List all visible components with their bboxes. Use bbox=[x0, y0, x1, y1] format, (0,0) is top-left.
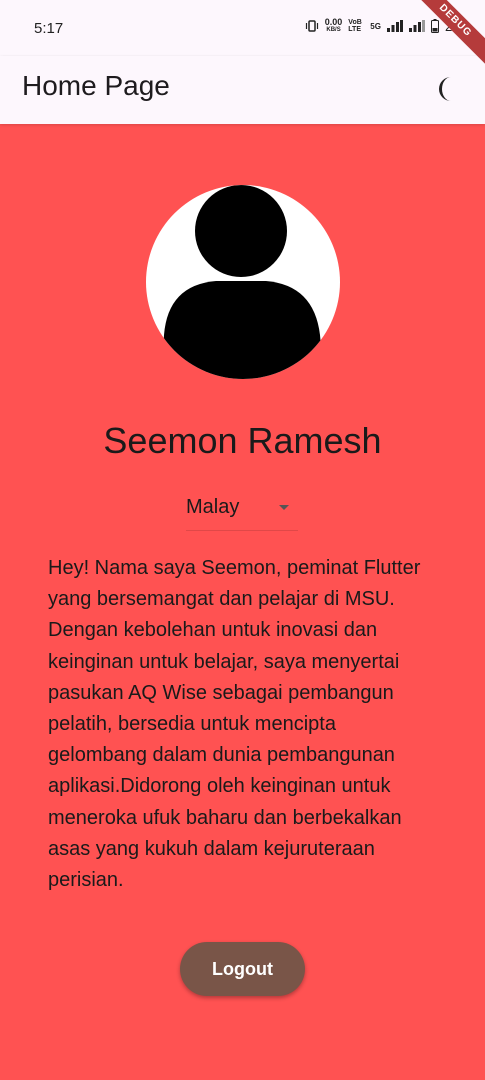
network-speed-value: 0.00 bbox=[324, 17, 343, 27]
volte-label: VoB LTE bbox=[348, 19, 362, 33]
crescent-moon-icon bbox=[439, 77, 451, 101]
network-type: 5G bbox=[370, 21, 381, 31]
avatar bbox=[146, 185, 340, 379]
network-speed-unit: KB/S bbox=[326, 27, 341, 33]
page-title: Home Page bbox=[22, 70, 170, 101]
logout-button[interactable]: Logout bbox=[180, 942, 305, 996]
profile-name: Seemon Ramesh bbox=[103, 420, 382, 461]
app-bar: Home Page bbox=[0, 56, 485, 124]
person-icon bbox=[161, 185, 324, 379]
battery-icon bbox=[430, 19, 439, 33]
theme-toggle-button[interactable] bbox=[437, 76, 461, 102]
dropdown-arrow-icon bbox=[279, 505, 289, 510]
language-selected: Malay bbox=[186, 496, 240, 518]
bio-text: Hey! Nama saya Seemon, peminat Flutter y… bbox=[48, 557, 421, 892]
signal-icon-2 bbox=[408, 20, 425, 32]
network-speed: 0.00 KB/S bbox=[325, 18, 343, 34]
status-bar: 5:17 0.00 KB/S VoB LTE 5G 26% bbox=[0, 0, 485, 56]
language-dropdown[interactable]: Malay bbox=[186, 494, 298, 531]
status-time: 5:17 bbox=[34, 20, 64, 37]
signal-icon bbox=[386, 20, 403, 32]
vibrate-icon bbox=[305, 20, 318, 32]
